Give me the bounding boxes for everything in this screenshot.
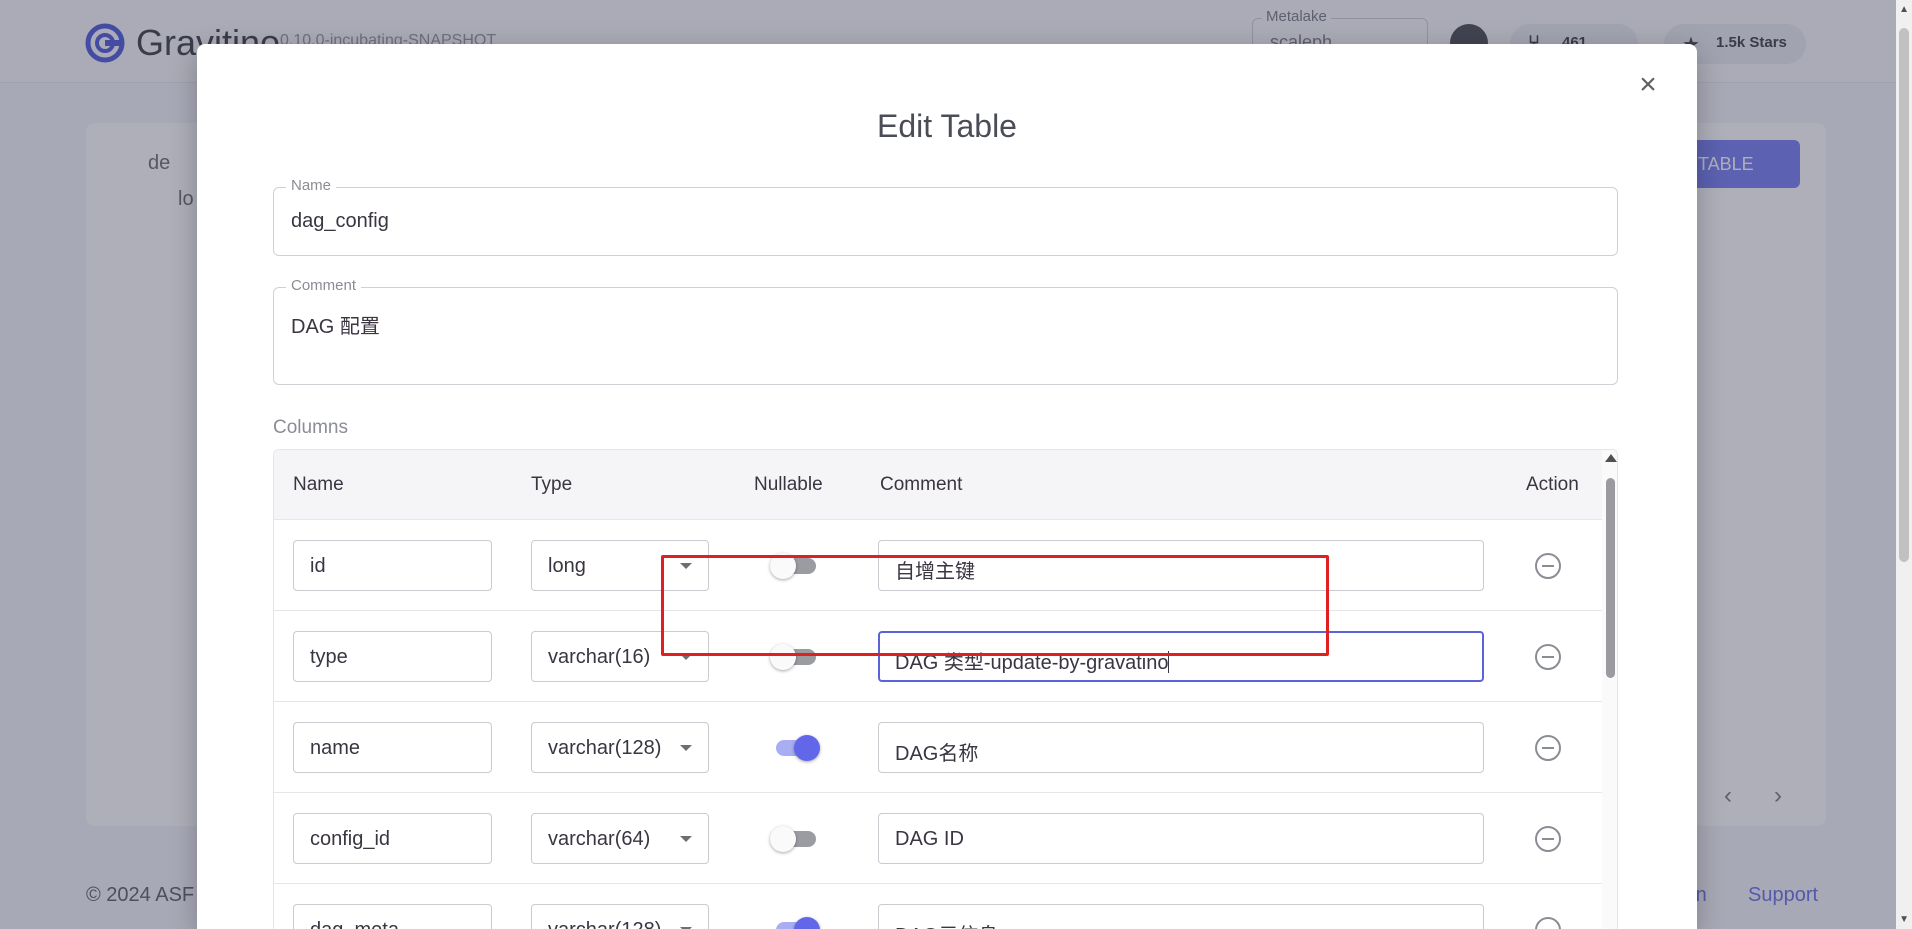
column-name-input[interactable]: type [293,631,492,682]
header-type: Type [531,474,573,495]
column-type-value: varchar(128) [548,737,662,759]
nullable-toggle[interactable] [770,550,820,580]
column-name-input[interactable]: name [293,722,492,773]
column-comment-input-focused[interactable]: DAG 类型-update-by-gravatino [878,631,1484,682]
nullable-toggle[interactable] [770,641,820,671]
column-type-value: varchar(64) [548,828,651,850]
column-type-select[interactable]: long [531,540,709,591]
page-scrollbar-thumb[interactable] [1899,28,1909,562]
dialog-title: Edit Table [877,108,1017,144]
columns-table: Name Type Nullable Comment Action id lon… [273,449,1618,929]
header-action: Action [1526,474,1579,495]
header-nullable: Nullable [754,474,823,495]
column-type-value: long [548,555,586,577]
header-name: Name [293,474,344,495]
scroll-up-icon[interactable]: ▲ [1899,4,1909,15]
column-comment-input[interactable]: DAG名称 [878,722,1484,773]
name-field[interactable]: Name dag_config [273,177,1618,256]
name-field-label: Name [286,177,337,194]
table-row: type varchar(16) DAG 类型-update-by-gravat… [274,611,1602,702]
text-cursor [1168,651,1170,673]
header-comment: Comment [880,474,963,495]
scroll-up-icon[interactable] [1605,454,1617,462]
column-type-value: varchar(16) [548,646,651,668]
column-name-input[interactable]: id [293,540,492,591]
remove-column-icon[interactable] [1535,644,1561,670]
dropdown-caret-icon [680,745,692,751]
column-name-input[interactable]: dag_meta [293,904,492,929]
table-scrollbar-thumb[interactable] [1606,478,1615,678]
comment-field-value: DAG 配置 [291,316,380,338]
column-comment-value: DAG 类型-update-by-gravatino [895,652,1169,674]
remove-column-icon[interactable] [1535,735,1561,761]
column-type-select[interactable]: varchar(128) [531,904,709,929]
column-comment-input[interactable]: DAG元信息 [878,904,1484,929]
column-type-value: varchar(128) [548,919,661,929]
comment-field[interactable]: Comment DAG 配置 [273,277,1618,385]
edit-table-dialog: × Edit Table Name dag_config Comment DAG… [197,44,1697,929]
nullable-toggle[interactable] [770,823,820,853]
remove-column-icon[interactable] [1535,917,1561,929]
column-comment-input[interactable]: 自增主键 [878,540,1484,591]
nullable-toggle[interactable] [770,732,820,762]
table-row: config_id varchar(64) DAG ID [274,793,1602,884]
remove-column-icon[interactable] [1535,826,1561,852]
dropdown-caret-icon [680,563,692,569]
nullable-toggle[interactable] [770,914,820,929]
table-header: Name Type Nullable Comment Action [274,450,1602,520]
page-scrollbar[interactable]: ▲ ▼ [1896,0,1912,929]
scroll-down-icon[interactable]: ▼ [1899,914,1909,925]
comment-field-label: Comment [286,277,362,294]
remove-column-icon[interactable] [1535,553,1561,579]
column-type-select[interactable]: varchar(16) [531,631,709,682]
name-field-value: dag_config [291,210,389,232]
column-name-input[interactable]: config_id [293,813,492,864]
table-row: name varchar(128) DAG名称 [274,702,1602,793]
dropdown-caret-icon [680,654,692,660]
column-type-select[interactable]: varchar(64) [531,813,709,864]
close-icon[interactable]: × [1633,70,1663,100]
columns-label: Columns [273,417,348,438]
column-comment-input[interactable]: DAG ID [878,813,1484,864]
table-row: id long 自增主键 [274,520,1602,611]
dropdown-caret-icon [680,836,692,842]
table-row: dag_meta varchar(128) DAG元信息 [274,884,1602,929]
column-type-select[interactable]: varchar(128) [531,722,709,773]
table-scrollbar[interactable] [1602,450,1617,929]
